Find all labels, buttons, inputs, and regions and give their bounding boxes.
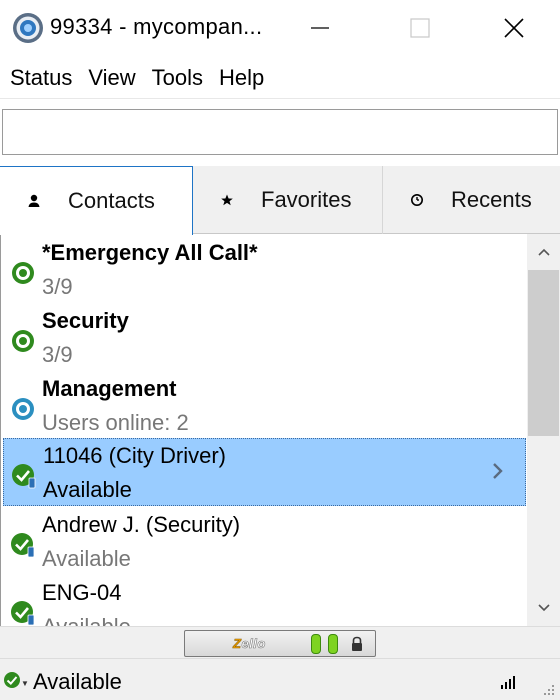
clock-icon [411, 194, 423, 206]
scroll-down-button[interactable] [527, 590, 560, 626]
channel-online-icon [12, 262, 34, 284]
zello-logo: Zello [233, 636, 266, 652]
user-available-icon [11, 533, 35, 558]
contact-name: 11046 (City Driver) [43, 443, 226, 468]
ptt-bar: Zello [0, 626, 560, 658]
search-input[interactable] [2, 109, 558, 155]
close-icon [504, 18, 524, 38]
tab-recents[interactable]: Recents [383, 166, 560, 234]
contact-name: Andrew J. (Security) [42, 512, 241, 537]
tab-recents-label: Recents [451, 187, 532, 212]
list-item[interactable]: Andrew J. (Security) Available [3, 508, 526, 576]
contact-name: Security [42, 308, 129, 333]
status-bar: ▼ Available [0, 658, 560, 700]
tab-bar: Contacts Favorites Recents [0, 166, 560, 235]
available-check-icon[interactable] [3, 671, 21, 689]
contact-list[interactable]: *Emergency All Call* 3/9 Security 3/9 Ma… [0, 234, 527, 626]
list-item[interactable]: *Emergency All Call* 3/9 [3, 236, 526, 304]
search-area [0, 98, 560, 164]
tab-favorites-label: Favorites [261, 187, 352, 212]
contact-status: Available [42, 614, 131, 626]
status-dropdown-caret-icon[interactable]: ▼ [21, 679, 29, 688]
menu-view[interactable]: View [88, 65, 135, 91]
minimize-icon [311, 27, 329, 29]
menu-help[interactable]: Help [219, 65, 264, 91]
maximize-icon [410, 18, 430, 38]
list-item[interactable]: Security 3/9 [3, 304, 526, 372]
list-item-selected[interactable]: 11046 (City Driver) Available [3, 438, 526, 506]
user-available-icon [11, 601, 35, 626]
title-bar: 99334 - mycompan... [0, 0, 560, 56]
menu-bar: Status View Tools Help [0, 58, 560, 98]
resize-grip-icon[interactable] [540, 681, 556, 697]
chevron-right-icon[interactable] [491, 461, 505, 481]
lock-icon[interactable] [347, 635, 367, 653]
tab-contacts-label: Contacts [68, 188, 155, 213]
maximize-button[interactable] [384, 0, 456, 56]
scroll-up-button[interactable] [527, 234, 560, 270]
menu-tools[interactable]: Tools [152, 65, 203, 91]
channel-online-icon [12, 330, 34, 352]
menu-status[interactable]: Status [10, 65, 72, 91]
scroll-thumb[interactable] [528, 270, 559, 436]
minimize-button[interactable] [284, 0, 356, 56]
contact-status: Users online: 2 [42, 410, 189, 435]
window-title: 99334 - mycompan... [50, 14, 263, 39]
push-to-talk-button[interactable]: Zello [184, 630, 376, 657]
contact-name: Management [42, 376, 177, 401]
contact-name: *Emergency All Call* [42, 240, 258, 265]
contact-status: Available [42, 546, 131, 571]
chevron-down-icon [537, 604, 550, 612]
star-icon [221, 194, 233, 206]
contact-name: ENG-04 [42, 580, 122, 605]
channel-blue-icon [12, 398, 34, 420]
list-item[interactable]: ENG-04 Available [3, 576, 526, 626]
tab-favorites[interactable]: Favorites [193, 166, 383, 234]
chevron-up-icon [537, 248, 550, 256]
tab-contacts[interactable]: Contacts [0, 166, 193, 235]
ptt-indicator-light [311, 634, 321, 654]
contact-status: Available [43, 477, 132, 502]
vertical-scrollbar[interactable] [527, 234, 560, 626]
list-item[interactable]: Management Users online: 2 [3, 372, 526, 440]
ptt-indicator-light [328, 634, 338, 654]
user-available-icon [12, 464, 36, 489]
person-icon [28, 194, 40, 207]
close-button[interactable] [478, 0, 550, 56]
app-icon [13, 13, 43, 43]
status-label[interactable]: Available [33, 669, 122, 695]
contact-status: 3/9 [42, 342, 73, 367]
contact-status: 3/9 [42, 274, 73, 299]
signal-icon [501, 676, 515, 689]
